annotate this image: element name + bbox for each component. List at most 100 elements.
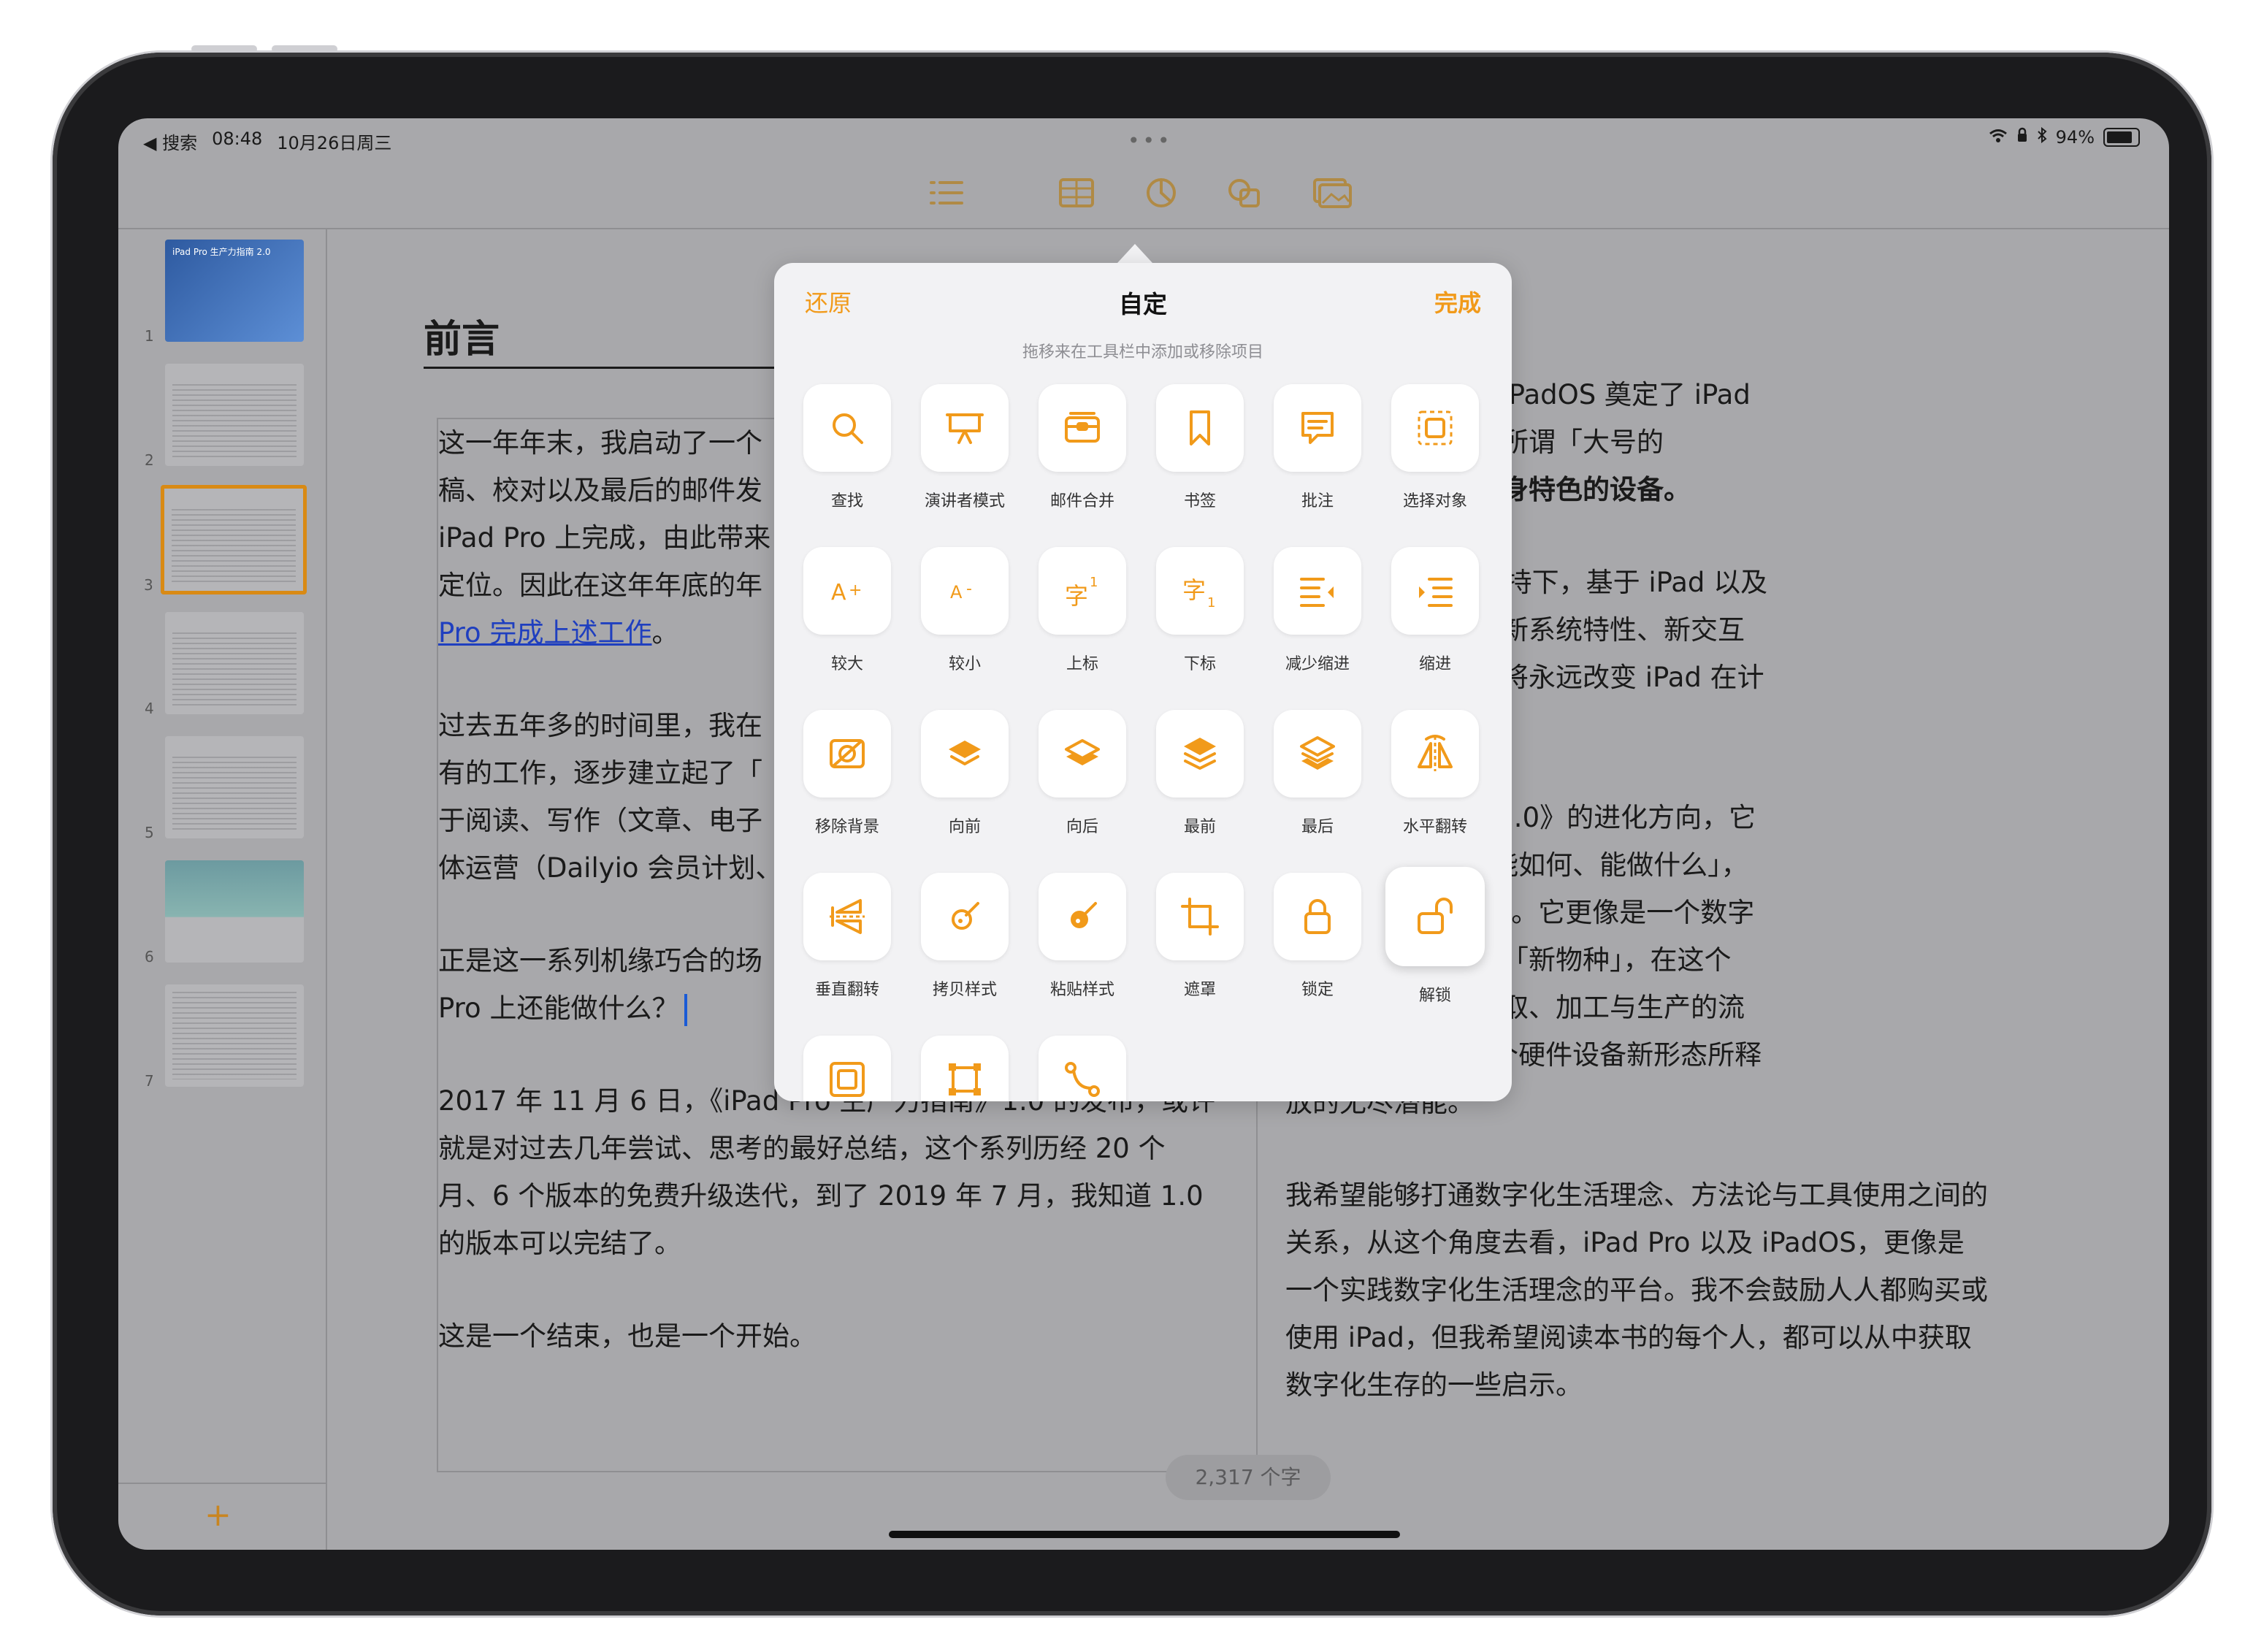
tool-font-smaller[interactable]: A - 较小 [921,547,1009,693]
tool-button[interactable]: A- [921,547,1009,635]
tool-button[interactable] [803,710,891,798]
wifi-icon [1989,127,2008,148]
tool-button[interactable] [921,710,1009,798]
tool-remove-background[interactable]: 移除背景 [803,710,891,856]
tool-button[interactable]: 字1 [1156,547,1244,635]
tool-subscript[interactable]: 字 1 下标 [1156,547,1244,693]
tool-copy-style[interactable]: 拷贝样式 [921,873,1009,1019]
tool-button[interactable] [1156,873,1244,960]
tool-button[interactable] [1385,867,1485,966]
page-thumbnail-3-selected[interactable]: 3 [144,485,307,594]
tool-button[interactable]: A + [803,547,891,635]
tool-indent[interactable]: 缩进 [1391,547,1479,693]
tool-button[interactable]: 字1 [1039,547,1126,635]
multitasking-dots-icon[interactable]: ••• [1128,129,1173,153]
tool-button[interactable] [1039,710,1126,798]
tool-button[interactable] [1391,547,1479,635]
text-line: 月、6 个版本的免费升级迭代，到了 2019 年 7 月，我知道 1.0 [438,1180,1204,1212]
page-number: 4 [145,700,154,717]
tool-decrease-indent[interactable]: 减少缩进 [1274,547,1361,693]
tool-group[interactable] [921,1036,1009,1101]
page-thumbnail-2[interactable]: 2 [145,364,304,469]
tool-button[interactable] [1039,873,1126,960]
tool-presenter[interactable]: 演讲者模式 [921,384,1009,530]
svg-text:A: A [831,580,846,605]
tool-button[interactable] [921,873,1009,960]
add-page-button[interactable]: + [204,1496,232,1534]
thumb-title: iPad Pro 生产力指南 2.0 [172,247,271,257]
tool-label: 邮件合并 [1049,492,1114,510]
tool-button[interactable] [1274,384,1361,472]
tool-bring-forward[interactable]: 向前 [921,710,1009,856]
back-to-search-link[interactable]: ◀ 搜索 [143,129,197,154]
tool-button[interactable] [1274,873,1361,960]
tool-send-backward[interactable]: 向后 [1039,710,1126,856]
svg-text:+: + [849,581,862,600]
page-thumbnail-6[interactable]: 6 [145,860,304,965]
connection-line-icon [1065,1062,1100,1097]
tool-lock[interactable]: 锁定 [1274,873,1361,1019]
tool-superscript[interactable]: 字 1 上标 [1039,547,1126,693]
popover-title: 自定 [1119,290,1167,318]
tool-label: 上标 [1066,655,1098,673]
tool-mail-merge[interactable]: 邮件合并 [1039,384,1126,530]
copy-style-icon [952,902,979,930]
page-number: 5 [145,824,154,841]
tool-button[interactable] [803,873,891,960]
done-button[interactable]: 完成 [1434,285,1481,318]
tool-flip-horizontal[interactable]: 水平翻转 [1391,710,1479,856]
frame-icon [830,1062,865,1097]
svg-text:1: 1 [1090,575,1098,590]
text-line: 我希望能够打通数字化生活理念、方法论与工具使用之间的 [1285,1179,1988,1211]
tool-comment[interactable]: 批注 [1274,384,1361,530]
tool-frame[interactable] [803,1036,891,1101]
tool-button[interactable] [1156,384,1244,472]
list-icon[interactable] [926,177,967,213]
tool-button[interactable] [1274,710,1361,798]
page-thumbnail-5[interactable]: 5 [145,736,304,841]
tool-button[interactable] [921,1036,1009,1101]
tool-label: 选择对象 [1402,492,1467,510]
tool-label: 缩进 [1418,655,1451,673]
tool-button[interactable] [1274,547,1361,635]
popover-arrow [1117,244,1152,263]
word-count-badge[interactable]: 2,317 个字 [1166,1455,1331,1500]
tool-button[interactable] [1039,384,1126,472]
tool-button[interactable] [1391,384,1479,472]
tool-connection-line[interactable] [1039,1036,1126,1101]
select-objects-icon [1418,410,1453,445]
inline-link[interactable]: Pro 完成上述工作 [438,617,651,649]
tool-button[interactable] [803,1036,891,1101]
tool-flip-vertical[interactable]: 垂直翻转 [803,873,891,1019]
tool-crop-mask[interactable]: 遮罩 [1156,873,1244,1019]
tool-unlock[interactable]: 解锁 [1385,867,1485,1019]
tool-select-objects[interactable]: 选择对象 [1391,384,1479,530]
tool-label: 向前 [948,818,981,836]
bring-to-front-icon [1184,738,1216,770]
tool-send-to-back[interactable]: 最后 [1274,710,1361,856]
page-thumbnail-4[interactable]: 4 [145,612,304,717]
tool-button[interactable] [1391,710,1479,798]
table-icon[interactable] [1056,177,1097,213]
tool-font-larger[interactable]: A + 较大 [803,547,891,693]
font-smaller-icon: A- [950,580,972,603]
tool-bring-to-front[interactable]: 最前 [1156,710,1244,856]
tool-bookmark[interactable]: 书签 [1156,384,1244,530]
text-cursor [684,993,688,1026]
text-line: 的版本可以完结了。 [438,1228,681,1259]
home-indicator[interactable] [889,1531,1400,1538]
page-thumbnail-1[interactable]: iPad Pro 生产力指南 2.0 1 [145,240,304,345]
tool-paste-style[interactable]: 粘贴样式 [1039,873,1126,1019]
tool-button[interactable] [1039,1036,1126,1101]
tool-button[interactable] [803,384,891,472]
tool-label: 解锁 [1418,987,1451,1005]
tool-button[interactable] [1156,710,1244,798]
tool-search[interactable]: 查找 [803,384,891,530]
chart-icon[interactable] [1141,177,1182,213]
tool-button[interactable] [921,384,1009,472]
shapes-icon[interactable] [1224,177,1265,213]
superscript-icon: 字1 [1065,575,1098,610]
page-thumbnail-7[interactable]: 7 [145,984,304,1090]
media-icon[interactable] [1312,177,1353,213]
toolbar [118,162,2169,229]
